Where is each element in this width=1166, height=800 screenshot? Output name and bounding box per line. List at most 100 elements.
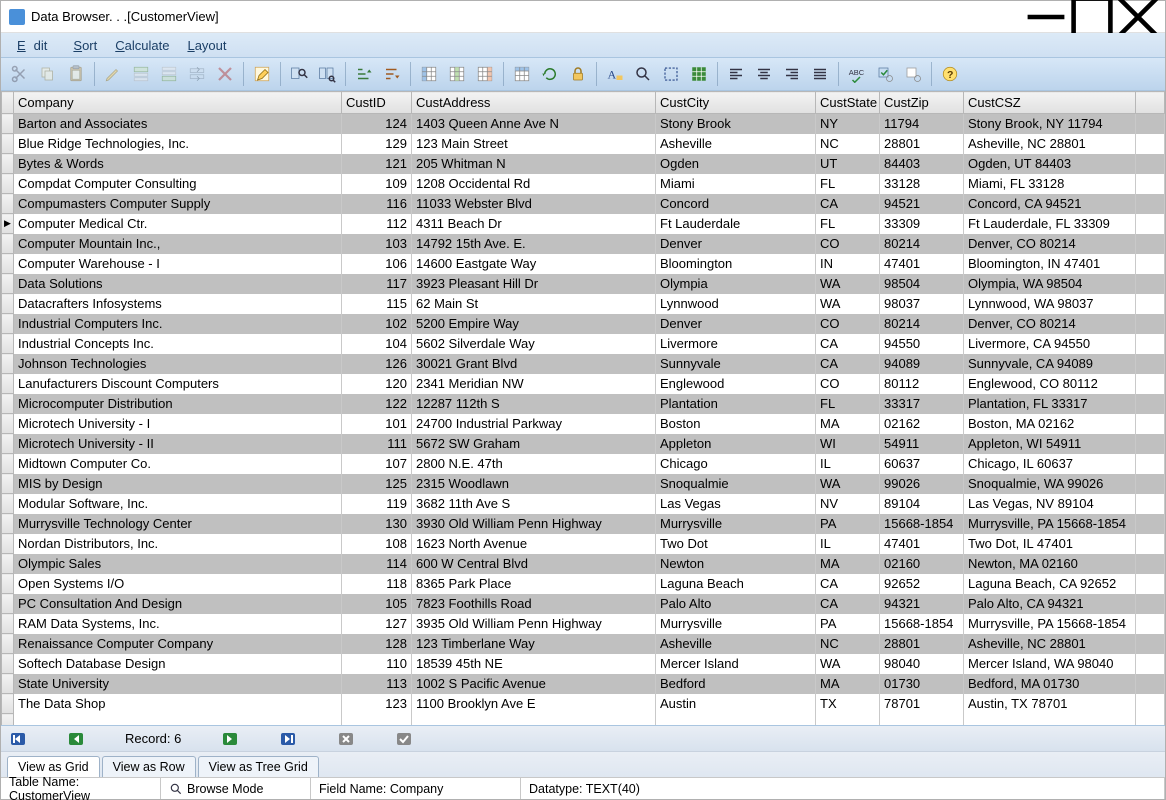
cell-custstate[interactable]: WA (816, 274, 880, 294)
cell-custcity[interactable]: Boston (656, 414, 816, 434)
cell-company[interactable]: Open Systems I/O (14, 574, 342, 594)
cell-custid[interactable]: 114 (342, 554, 412, 574)
cell-custaddress[interactable]: 2800 N.E. 47th (412, 454, 656, 474)
commit-record-button[interactable] (395, 730, 413, 748)
row-marker[interactable] (2, 254, 14, 274)
cell-custstate[interactable]: IN (816, 254, 880, 274)
cell-custaddress[interactable]: 3935 Old William Penn Highway (412, 614, 656, 634)
cell-custcsz[interactable]: Newton, MA 02160 (964, 554, 1136, 574)
menu-layout[interactable]: Layout (179, 36, 234, 55)
cell-custcsz[interactable]: Bedford, MA 01730 (964, 674, 1136, 694)
table-row[interactable]: Compdat Computer Consulting1091208 Occid… (2, 174, 1165, 194)
cell-custzip[interactable]: 60637 (880, 454, 964, 474)
cancel-record-button[interactable] (337, 730, 355, 748)
delete-row-button[interactable] (212, 61, 238, 87)
cell-custcity[interactable]: Bloomington (656, 254, 816, 274)
cell-custaddress[interactable]: 11033 Webster Blvd (412, 194, 656, 214)
cell-custzip[interactable]: 28801 (880, 634, 964, 654)
cell-custaddress[interactable]: 123 Timberlane Way (412, 634, 656, 654)
cell-custid[interactable]: 120 (342, 374, 412, 394)
cell-custcity[interactable]: Laguna Beach (656, 574, 816, 594)
col-custcity[interactable]: CustCity (656, 92, 816, 114)
cell-company[interactable]: PC Consultation And Design (14, 594, 342, 614)
cell-custaddress[interactable]: 3923 Pleasant Hill Dr (412, 274, 656, 294)
sort-asc-button[interactable] (351, 61, 377, 87)
data-grid[interactable]: Company CustID CustAddress CustCity Cust… (1, 91, 1165, 725)
cell-custcity[interactable]: Asheville (656, 634, 816, 654)
cell-custzip[interactable]: 33317 (880, 394, 964, 414)
cell-custstate[interactable]: CO (816, 234, 880, 254)
cell-custcity[interactable]: Appleton (656, 434, 816, 454)
cell-custzip[interactable]: 98504 (880, 274, 964, 294)
cell-custid[interactable]: 128 (342, 634, 412, 654)
cell-custcsz[interactable]: Two Dot, IL 47401 (964, 534, 1136, 554)
cell-custstate[interactable]: WI (816, 434, 880, 454)
cell-custzip[interactable]: 94550 (880, 334, 964, 354)
row-marker[interactable] (2, 614, 14, 634)
cell-custcity[interactable]: Austin (656, 694, 816, 714)
row-marker[interactable] (2, 674, 14, 694)
cell-custcity[interactable]: Livermore (656, 334, 816, 354)
row-marker[interactable] (2, 574, 14, 594)
lock-button[interactable] (565, 61, 591, 87)
cell-custstate[interactable]: MA (816, 674, 880, 694)
cell-custstate[interactable]: FL (816, 214, 880, 234)
cell-custzip[interactable]: 54911 (880, 434, 964, 454)
cell-custstate[interactable]: NC (816, 634, 880, 654)
cell-custcity[interactable]: Murrysville (656, 514, 816, 534)
select-all-button[interactable] (686, 61, 712, 87)
insert-row-before-button[interactable] (128, 61, 154, 87)
table-row[interactable]: Microtech University - II1115672 SW Grah… (2, 434, 1165, 454)
table-row[interactable]: State University1131002 S Pacific Avenue… (2, 674, 1165, 694)
paste-button[interactable] (63, 61, 89, 87)
row-marker[interactable] (2, 494, 14, 514)
cell-custstate[interactable]: CA (816, 334, 880, 354)
cell-custid[interactable]: 130 (342, 514, 412, 534)
cell-custcity[interactable]: Asheville (656, 134, 816, 154)
cell-custstate[interactable]: MA (816, 414, 880, 434)
cell-company[interactable]: Microtech University - II (14, 434, 342, 454)
cell-custcsz[interactable]: Asheville, NC 28801 (964, 634, 1136, 654)
copy-button[interactable] (35, 61, 61, 87)
row-marker[interactable] (2, 414, 14, 434)
cell-custcity[interactable]: Chicago (656, 454, 816, 474)
cell-custid[interactable]: 118 (342, 574, 412, 594)
cell-company[interactable]: Microcomputer Distribution (14, 394, 342, 414)
cell-custid[interactable]: 121 (342, 154, 412, 174)
cell-custaddress[interactable]: 7823 Foothills Road (412, 594, 656, 614)
row-marker[interactable] (2, 474, 14, 494)
cell-custid[interactable]: 109 (342, 174, 412, 194)
cell-custstate[interactable]: CO (816, 314, 880, 334)
table-row[interactable]: Computer Mountain Inc.,10314792 15th Ave… (2, 234, 1165, 254)
cell-company[interactable]: RAM Data Systems, Inc. (14, 614, 342, 634)
cell-company[interactable]: MIS by Design (14, 474, 342, 494)
minimize-button[interactable] (1023, 1, 1069, 33)
row-marker[interactable] (2, 354, 14, 374)
row-marker[interactable] (2, 394, 14, 414)
col-custcsz[interactable]: CustCSZ (964, 92, 1136, 114)
row-marker[interactable] (2, 294, 14, 314)
cell-custzip[interactable]: 94521 (880, 194, 964, 214)
table-row[interactable]: Computer Warehouse - I10614600 Eastgate … (2, 254, 1165, 274)
table-row[interactable]: Computer Medical Ctr.1124311 Beach DrFt … (2, 214, 1165, 234)
align-left-button[interactable] (723, 61, 749, 87)
cell-custcity[interactable]: Ft Lauderdale (656, 214, 816, 234)
cell-custcity[interactable]: Newton (656, 554, 816, 574)
cell-custcsz[interactable]: Livermore, CA 94550 (964, 334, 1136, 354)
row-marker[interactable] (2, 334, 14, 354)
cell-custcsz[interactable]: Mercer Island, WA 98040 (964, 654, 1136, 674)
cell-company[interactable]: Computer Medical Ctr. (14, 214, 342, 234)
cell-custcsz[interactable]: Bloomington, IN 47401 (964, 254, 1136, 274)
cell-custid[interactable]: 105 (342, 594, 412, 614)
cell-company[interactable]: Industrial Computers Inc. (14, 314, 342, 334)
cell-custcsz[interactable]: Asheville, NC 28801 (964, 134, 1136, 154)
cell-custzip[interactable]: 80214 (880, 314, 964, 334)
row-marker[interactable] (2, 594, 14, 614)
cell-custaddress[interactable]: 1208 Occidental Rd (412, 174, 656, 194)
col-custstate[interactable]: CustState (816, 92, 880, 114)
cell-company[interactable]: State University (14, 674, 342, 694)
cell-custzip[interactable]: 33309 (880, 214, 964, 234)
align-right-button[interactable] (779, 61, 805, 87)
cell-company[interactable]: Olympic Sales (14, 554, 342, 574)
cell-company[interactable]: Softech Database Design (14, 654, 342, 674)
